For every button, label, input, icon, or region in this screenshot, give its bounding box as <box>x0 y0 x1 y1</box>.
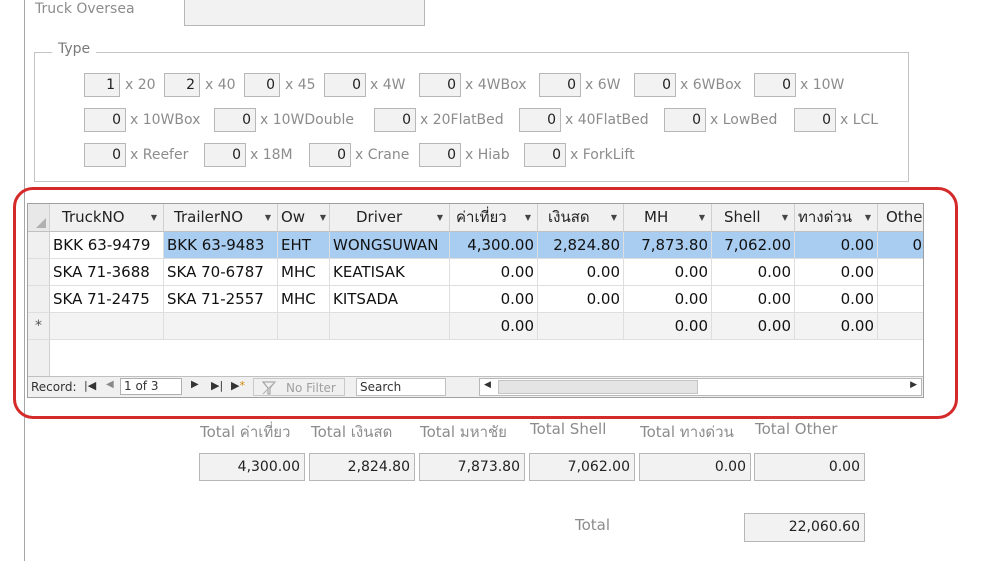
truck-oversea-field[interactable] <box>184 0 425 26</box>
type-6w-label: x 6W <box>585 77 621 93</box>
type-6wbox-label: x 6WBox <box>680 77 742 93</box>
total-expressway-value: 0.00 <box>639 453 751 481</box>
type-forklift-field[interactable]: 0 <box>524 143 566 167</box>
total-shell-label: Total Shell <box>530 420 607 438</box>
type-reefer-label: x Reefer <box>130 147 189 163</box>
type-4w-label: x 4W <box>370 77 406 93</box>
type-forklift-label: x ForkLift <box>570 147 635 163</box>
type-10wdouble-field[interactable]: 0 <box>214 108 256 132</box>
grand-total-value: 22,060.60 <box>744 513 865 542</box>
type-40flatbed-field[interactable]: 0 <box>519 108 561 132</box>
type-hiab-label: x Hiab <box>465 147 510 163</box>
type-6w-field[interactable]: 0 <box>539 73 581 97</box>
type-10wbox-label: x 10WBox <box>130 112 201 128</box>
type-45-label: x 45 <box>285 77 316 93</box>
type-10w-field[interactable]: 0 <box>754 73 796 97</box>
type-10wdouble-label: x 10WDouble <box>260 112 355 128</box>
highlight-annotation-frame <box>13 187 958 419</box>
type-20-field[interactable]: 1 <box>84 73 120 97</box>
total-expressway-label: Total ทางด่วน <box>640 423 734 441</box>
total-trip-fee-value: 4,300.00 <box>199 453 305 481</box>
type-crane-label: x Crane <box>355 147 410 163</box>
type-crane-field[interactable]: 0 <box>309 143 351 167</box>
type-20flatbed-field[interactable]: 0 <box>374 108 416 132</box>
type-45-field[interactable]: 0 <box>244 73 280 97</box>
total-cash-label: Total เงินสด <box>311 423 393 441</box>
type-20flatbed-label: x 20FlatBed <box>420 112 504 128</box>
type-lcl-field[interactable]: 0 <box>794 108 836 132</box>
type-10w-label: x 10W <box>800 77 845 93</box>
total-cash-value: 2,824.80 <box>309 453 415 481</box>
type-40-label: x 40 <box>205 77 236 93</box>
total-shell-value: 7,062.00 <box>529 453 635 481</box>
type-hiab-field[interactable]: 0 <box>419 143 461 167</box>
type-lowbed-label: x LowBed <box>710 112 778 128</box>
type-4wbox-field[interactable]: 0 <box>419 73 461 97</box>
grand-total-label: Total <box>575 516 611 534</box>
type-legend: Type <box>52 41 97 57</box>
type-18m-field[interactable]: 0 <box>204 143 246 167</box>
type-10wbox-field[interactable]: 0 <box>84 108 126 132</box>
type-4w-field[interactable]: 0 <box>324 73 366 97</box>
total-other-value: 0.00 <box>754 453 865 481</box>
type-6wbox-field[interactable]: 0 <box>634 73 676 97</box>
truck-oversea-label: Truck Oversea <box>35 1 135 17</box>
type-lowbed-field[interactable]: 0 <box>664 108 706 132</box>
type-40-field[interactable]: 2 <box>164 73 200 97</box>
type-4wbox-label: x 4WBox <box>465 77 527 93</box>
type-40flatbed-label: x 40FlatBed <box>565 112 649 128</box>
total-mahachai-label: Total มหาชัย <box>420 423 507 441</box>
total-mahachai-value: 7,873.80 <box>419 453 525 481</box>
total-trip-fee-label: Total ค่าเที่ยว <box>200 423 291 441</box>
type-lcl-label: x LCL <box>840 112 879 128</box>
total-other-label: Total Other <box>755 420 838 438</box>
type-18m-label: x 18M <box>250 147 293 163</box>
type-20-label: x 20 <box>125 77 156 93</box>
type-reefer-field[interactable]: 0 <box>84 143 126 167</box>
